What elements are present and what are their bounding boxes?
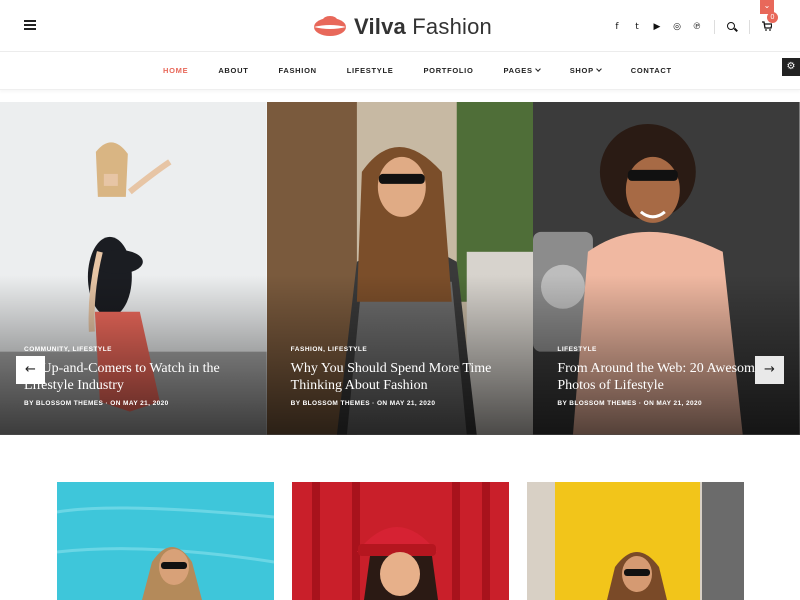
featured-slider: COMMUNITY, LIFESTYLE 20 Up-and-Comers to… <box>0 102 800 435</box>
slide-card[interactable]: COMMUNITY, LIFESTYLE 20 Up-and-Comers to… <box>0 102 267 435</box>
slide-title[interactable]: 20 Up-and-Comers to Watch in the Lifesty… <box>24 360 254 394</box>
slide-title[interactable]: Why You Should Spend More Time Thinking … <box>291 360 521 394</box>
post-card[interactable] <box>527 482 744 600</box>
slide-meta: BY BLOSSOM THEMES · ON MAY 21, 2020 <box>290 400 436 407</box>
post-date: ON MAY 21, 2020 <box>110 400 169 407</box>
post-author[interactable]: BY BLOSSOM THEMES <box>557 400 636 407</box>
post-image <box>292 482 509 600</box>
gear-icon[interactable]: ⚙ <box>782 58 800 76</box>
facebook-icon[interactable]: f <box>612 21 622 33</box>
post-card[interactable] <box>57 482 274 600</box>
slide-categories: FASHION, LIFESTYLE <box>290 346 368 353</box>
cart-button[interactable]: 0 <box>762 12 778 36</box>
main-navigation: HOME ABOUT FASHION LIFESTYLE PORTFOLIO P… <box>0 52 800 90</box>
slide-categories: COMMUNITY, LIFESTYLE <box>24 346 113 353</box>
site-header: Vilva Fashion ⌄ f t ▶ ◎ ℗ 0 <box>0 0 800 52</box>
chevron-down-icon <box>595 66 602 72</box>
post-date: ON MAY 21, 2020 <box>376 400 436 407</box>
slide-categories: LIFESTYLE <box>557 346 597 353</box>
nav-item-contact[interactable]: CONTACT <box>631 66 672 75</box>
slide-meta: BY BLOSSOM THEMES · ON MAY 21, 2020 <box>24 400 169 407</box>
post-image <box>527 482 744 600</box>
image-overlay <box>533 275 800 435</box>
logo-text: Vilva Fashion <box>354 14 492 39</box>
chevron-down-icon <box>534 66 541 72</box>
nav-item-home[interactable]: HOME <box>163 66 188 75</box>
category-link[interactable]: LIFESTYLE <box>557 346 597 353</box>
post-card[interactable] <box>292 482 509 600</box>
instagram-icon[interactable]: ◎ <box>672 21 682 33</box>
slider-next-button[interactable]: → <box>755 356 784 384</box>
slide-meta: BY BLOSSOM THEMES · ON MAY 21, 2020 <box>557 400 703 407</box>
nav-item-fashion[interactable]: FASHION <box>278 66 316 75</box>
slide-title[interactable]: From Around the Web: 20 Awesome Photos o… <box>557 360 787 394</box>
slider-prev-button[interactable]: ← <box>16 356 45 384</box>
nav-item-pages[interactable]: PAGES <box>504 66 541 75</box>
post-author[interactable]: BY BLOSSOM THEMES <box>291 400 370 407</box>
category-link[interactable]: LIFESTYLE <box>328 346 368 353</box>
hamburger-menu-icon[interactable] <box>24 20 36 30</box>
category-link[interactable]: LIFESTYLE <box>72 346 112 353</box>
image-overlay <box>266 275 534 435</box>
divider <box>714 20 715 34</box>
slide-card[interactable]: LIFESTYLE From Around the Web: 20 Awesom… <box>533 102 800 435</box>
post-image <box>57 482 274 600</box>
divider <box>749 20 750 34</box>
social-links: f t ▶ ◎ ℗ 0 <box>612 12 778 36</box>
nav-item-portfolio[interactable]: PORTFOLIO <box>423 66 473 75</box>
twitter-icon[interactable]: t <box>632 21 642 33</box>
post-author[interactable]: BY BLOSSOM THEMES <box>24 400 103 407</box>
nav-item-shop[interactable]: SHOP <box>570 66 602 75</box>
post-grid <box>57 482 744 600</box>
logo-lips-icon <box>314 16 346 36</box>
search-icon[interactable] <box>727 22 737 32</box>
cart-count-badge: 0 <box>767 12 778 23</box>
slide-card[interactable]: FASHION, LIFESTYLE Why You Should Spend … <box>266 102 534 435</box>
site-logo[interactable]: Vilva Fashion <box>312 10 492 44</box>
nav-item-about[interactable]: ABOUT <box>218 66 248 75</box>
youtube-icon[interactable]: ▶ <box>652 21 662 33</box>
category-link[interactable]: FASHION <box>291 346 323 353</box>
category-link[interactable]: COMMUNITY <box>24 346 68 353</box>
post-date: ON MAY 21, 2020 <box>643 400 703 407</box>
nav-item-lifestyle[interactable]: LIFESTYLE <box>347 66 394 75</box>
pinterest-icon[interactable]: ℗ <box>692 21 702 33</box>
image-overlay <box>0 275 267 435</box>
